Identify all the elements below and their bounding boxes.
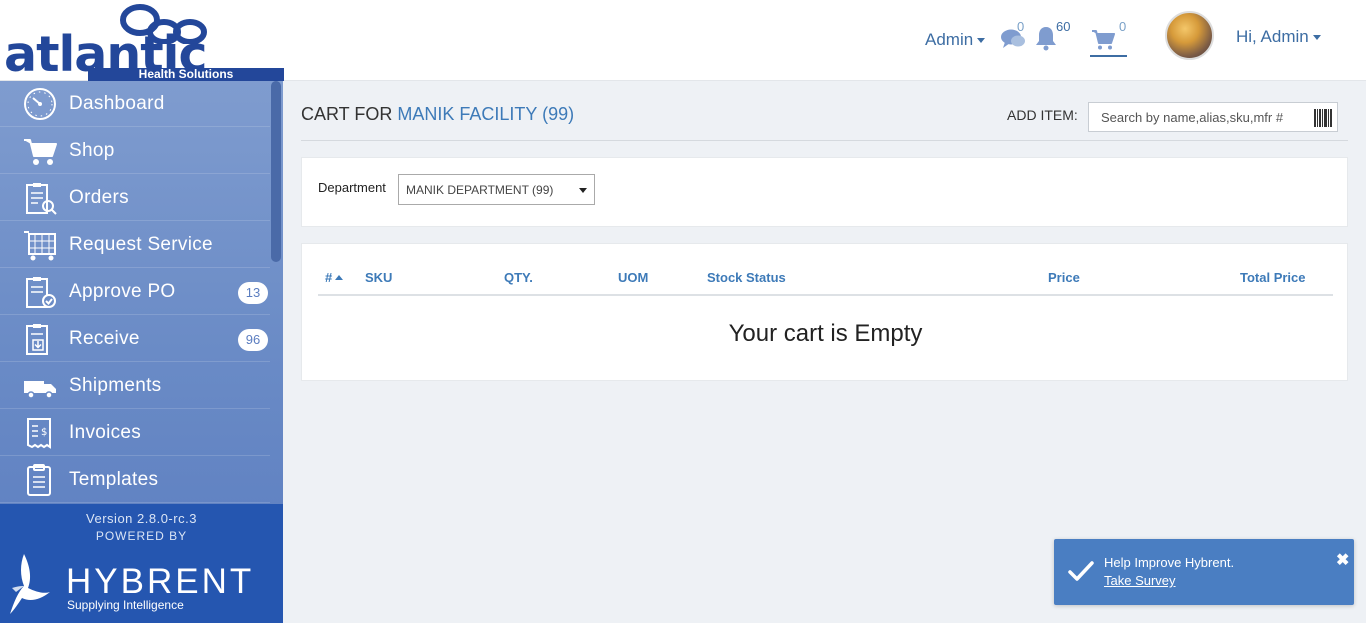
hybrent-tagline: Supplying Intelligence — [67, 598, 184, 612]
department-label: Department — [318, 180, 386, 195]
request-service-icon — [24, 231, 56, 261]
sidebar-item-templates[interactable]: Templates — [0, 457, 270, 503]
cart-icon — [24, 139, 57, 165]
admin-dropdown[interactable]: Admin — [925, 30, 986, 50]
hybrent-bird-icon — [10, 554, 50, 614]
add-item-label: ADD ITEM: — [1007, 107, 1078, 123]
sidebar-item-dashboard[interactable]: Dashboard — [0, 81, 270, 127]
sidebar-item-shipments[interactable]: Shipments — [0, 363, 270, 409]
svg-text:$: $ — [41, 427, 47, 438]
powered-by-label: POWERED BY — [95, 529, 188, 543]
column-header-index[interactable]: # — [325, 270, 344, 285]
add-item-search-input[interactable] — [1089, 103, 1304, 131]
chevron-down-icon — [977, 38, 986, 44]
hybrent-wordmark: HYBRENT — [66, 562, 255, 601]
toast-message: Help Improve Hybrent. — [1104, 555, 1235, 570]
checkmark-icon — [1068, 561, 1094, 581]
sidebar-item-label: Request Service — [69, 234, 213, 255]
templates-icon — [27, 464, 51, 496]
department-selected-value: MANIK DEPARTMENT (99) — [406, 183, 554, 197]
take-survey-link[interactable]: Take Survey — [1104, 573, 1176, 588]
sidebar-item-orders[interactable]: Orders — [0, 175, 270, 221]
chevron-down-icon — [1312, 35, 1321, 41]
top-header: atlantic Health Solutions Admin 0 60 0 H… — [0, 0, 1366, 81]
column-header-total-price[interactable]: Total Price — [1240, 270, 1306, 285]
column-header-sku[interactable]: SKU — [365, 270, 392, 285]
add-item-search — [1088, 102, 1338, 132]
app-version: Version 2.8.0-rc.3 — [86, 511, 197, 526]
bell-icon[interactable] — [1034, 25, 1058, 51]
truck-icon — [24, 381, 56, 399]
sidebar-item-approve-po[interactable]: Approve PO 13 — [0, 269, 270, 315]
sidebar-item-receive[interactable]: Receive 96 — [0, 316, 270, 362]
cart-icon[interactable] — [1091, 29, 1115, 51]
sidebar-scrollbar[interactable] — [271, 81, 281, 262]
notifications-count: 60 — [1056, 19, 1071, 34]
page-title-prefix: CART FOR — [301, 104, 393, 124]
sidebar-item-label: Invoices — [69, 422, 142, 443]
user-avatar[interactable] — [1165, 11, 1214, 60]
column-header-uom[interactable]: UOM — [618, 270, 648, 285]
dashboard-icon — [24, 88, 56, 120]
receive-count-badge: 96 — [238, 329, 268, 351]
sidebar-item-label: Receive — [69, 328, 140, 349]
survey-toast: Help Improve Hybrent. Take Survey ✖ — [1054, 539, 1354, 605]
barcode-icon[interactable] — [1313, 109, 1333, 127]
orders-icon — [26, 183, 57, 215]
sidebar-footer: Version 2.8.0-rc.3 POWERED BY HYBRENT Su… — [0, 504, 283, 623]
admin-dropdown-label: Admin — [925, 30, 974, 49]
facility-link[interactable]: MANIK FACILITY (99) — [397, 104, 574, 124]
sidebar-item-label: Shipments — [69, 375, 162, 396]
close-icon[interactable]: ✖ — [1336, 553, 1349, 569]
invoice-icon: $ — [27, 418, 51, 449]
messages-count: 0 — [1017, 19, 1025, 34]
page-title: CART FOR MANIK FACILITY (99) — [301, 104, 574, 125]
cart-count: 0 — [1119, 19, 1127, 34]
sidebar-item-shop[interactable]: Shop — [0, 128, 270, 174]
approve-po-icon — [26, 277, 56, 308]
department-select[interactable]: MANIK DEPARTMENT (99) — [398, 174, 595, 205]
cart-active-underline — [1090, 55, 1127, 57]
table-header-divider — [318, 294, 1333, 296]
user-greeting: Hi, Admin — [1236, 27, 1309, 46]
column-header-label: # — [325, 270, 333, 285]
title-divider — [301, 140, 1348, 141]
atlantic-logo[interactable]: atlantic Health Solutions — [4, 4, 284, 81]
sort-ascending-icon — [335, 275, 344, 281]
cart-table-panel: # SKU QTY. UOM Stock Status Price Total … — [301, 243, 1348, 381]
chevron-down-icon — [579, 188, 587, 193]
sidebar-item-invoices[interactable]: $ Invoices — [0, 410, 270, 456]
receive-icon — [26, 324, 48, 355]
sidebar-item-label: Orders — [69, 187, 129, 208]
empty-cart-message: Your cart is Empty — [728, 320, 923, 347]
sidebar-item-request-service[interactable]: Request Service — [0, 222, 270, 268]
sidebar-item-label: Templates — [69, 469, 159, 490]
sidebar-item-label: Dashboard — [69, 93, 165, 114]
column-header-stock-status[interactable]: Stock Status — [707, 270, 786, 285]
logo-subtitle: Health Solutions — [88, 68, 284, 81]
column-header-price[interactable]: Price — [1048, 270, 1080, 285]
user-menu[interactable]: Hi, Admin — [1236, 27, 1321, 47]
sidebar-item-label: Approve PO — [69, 281, 176, 302]
column-header-qty[interactable]: QTY. — [504, 270, 533, 285]
sidebar-item-label: Shop — [69, 140, 115, 161]
approve-po-count-badge: 13 — [238, 282, 268, 304]
department-panel: Department MANIK DEPARTMENT (99) — [301, 157, 1348, 227]
